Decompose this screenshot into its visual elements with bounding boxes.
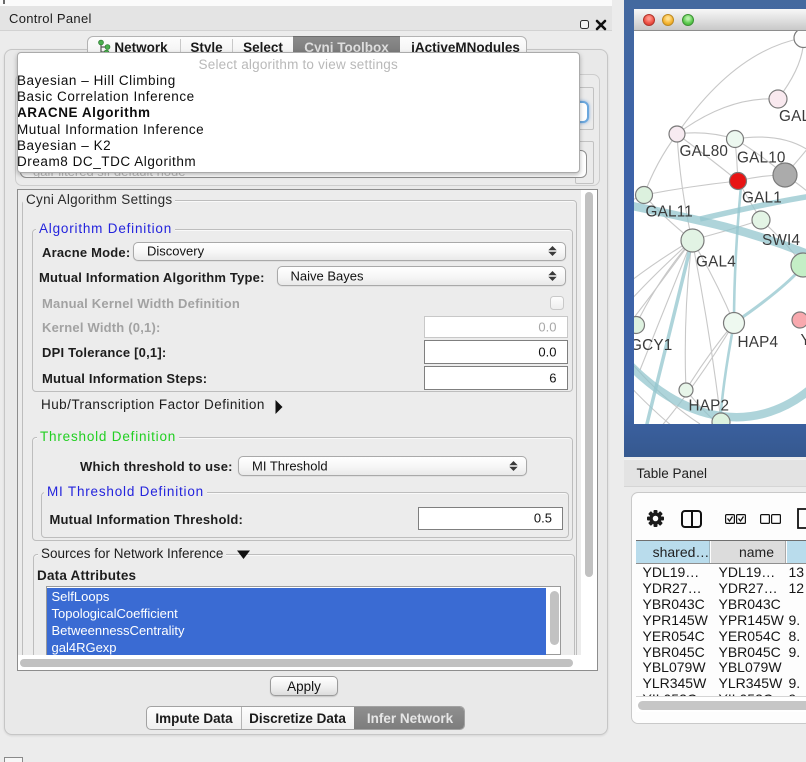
svg-text:GAL1: GAL1 xyxy=(742,190,782,207)
svg-text:GCY1: GCY1 xyxy=(634,337,672,354)
svg-text:GAL10: GAL10 xyxy=(737,150,786,167)
svg-text:GAL7: GAL7 xyxy=(779,108,806,125)
svg-text:SWI4: SWI4 xyxy=(762,232,800,249)
svg-text:Y: Y xyxy=(801,332,806,349)
svg-text:GAL11: GAL11 xyxy=(646,204,694,221)
svg-text:HAP4: HAP4 xyxy=(738,334,779,351)
svg-text:GAL4: GAL4 xyxy=(696,254,736,271)
svg-text:GAL80: GAL80 xyxy=(680,143,729,160)
svg-text:HAP2: HAP2 xyxy=(689,398,730,415)
